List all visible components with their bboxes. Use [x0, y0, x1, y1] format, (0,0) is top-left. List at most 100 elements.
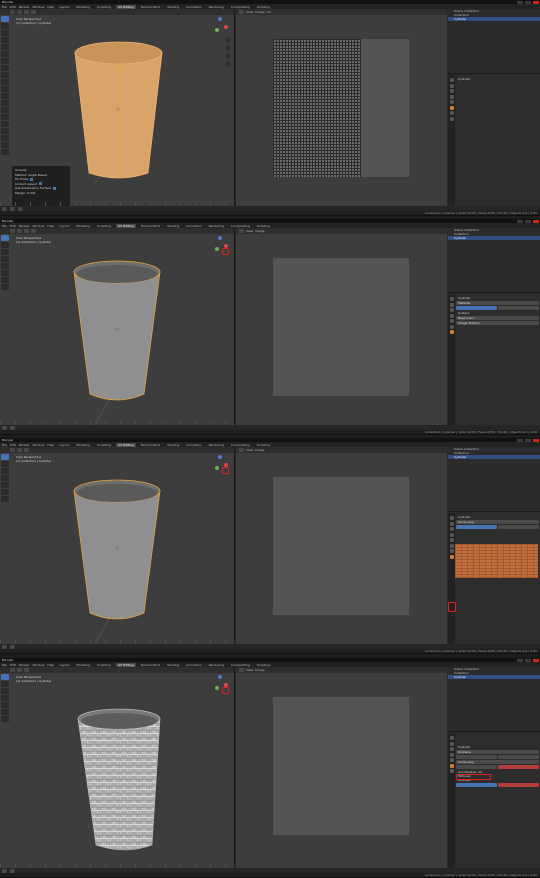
modifier-tab-icon[interactable]	[449, 324, 454, 329]
menu-file[interactable]: File	[2, 443, 7, 447]
tab-sculpting[interactable]: Sculpting	[95, 5, 113, 9]
modifier-texture-field[interactable]: bricks.png	[456, 760, 539, 764]
object-tab-icon[interactable]	[449, 538, 454, 542]
zoom-icon[interactable]	[225, 37, 231, 43]
menu-help[interactable]: Help	[47, 224, 54, 228]
render-tab-icon[interactable]	[449, 741, 454, 746]
tab-scripting[interactable]: Scripting	[255, 443, 272, 447]
tab-rendering[interactable]: Rendering	[207, 224, 226, 228]
scene-tab-icon[interactable]	[449, 94, 454, 99]
image-texture-field[interactable]: Image Texture	[456, 321, 539, 325]
tab-modeling[interactable]: Modeling	[74, 663, 92, 667]
uv-view-menu[interactable]: View	[246, 10, 253, 14]
modifier-tab-icon[interactable]	[449, 543, 454, 548]
new-material-button[interactable]	[456, 306, 497, 310]
menu-render[interactable]: Render	[19, 5, 30, 9]
perspective-icon[interactable]	[225, 61, 231, 67]
cylinder-mesh[interactable]	[0, 228, 235, 425]
menu-file[interactable]: File	[2, 663, 7, 667]
tool-tab-icon[interactable]	[449, 516, 454, 520]
3d-viewport[interactable]: User Perspective (1) Collection | Cylinde…	[0, 228, 235, 425]
output-tab-icon[interactable]	[449, 89, 454, 93]
menu-help[interactable]: Help	[47, 443, 54, 447]
tab-layout[interactable]: Layout	[57, 224, 71, 228]
tab-sculpting[interactable]: Sculpting	[95, 663, 113, 667]
menu-edit[interactable]: Edit	[10, 5, 16, 9]
tab-scripting[interactable]: Scripting	[255, 224, 272, 228]
scene-tab-icon[interactable]	[449, 747, 454, 751]
menu-file[interactable]: File	[2, 224, 7, 228]
outliner-cylinder[interactable]: Cylinder	[448, 675, 540, 679]
strength-slider[interactable]	[456, 783, 497, 787]
tab-animation[interactable]: Animation	[184, 443, 203, 447]
browse-material-button[interactable]	[498, 306, 539, 310]
menu-window[interactable]: Window	[33, 5, 45, 9]
base-color-field[interactable]: Base Color	[456, 316, 539, 320]
menu-edit[interactable]: Edit	[10, 443, 16, 447]
tab-modeling[interactable]: Modeling	[74, 224, 92, 228]
tab-scripting[interactable]: Scripting	[255, 663, 272, 667]
uv-mode-dropdown[interactable]	[239, 229, 244, 233]
play-button[interactable]	[10, 425, 15, 430]
navigation-gizmo[interactable]	[212, 17, 228, 33]
tool-tab-icon[interactable]	[449, 736, 454, 740]
tab-animation[interactable]: Animation	[184, 224, 203, 228]
modifier-name-field[interactable]: Displace	[456, 750, 539, 754]
world-tab-icon[interactable]	[449, 100, 454, 104]
3d-viewport[interactable]: User Perspective (1) Collection | Cylinde…	[0, 447, 235, 644]
menu-edit[interactable]: Edit	[10, 663, 16, 667]
scene-tab-icon[interactable]	[449, 308, 454, 312]
displaced-cylinder-mesh[interactable]	[0, 667, 235, 868]
tab-layout[interactable]: Layout	[57, 443, 71, 447]
uv-mode-dropdown[interactable]	[239, 668, 244, 672]
menu-help[interactable]: Help	[47, 663, 54, 667]
world-tab-icon[interactable]	[449, 313, 454, 318]
uv-image-menu[interactable]: Image	[255, 10, 264, 14]
tab-shading[interactable]: Shading	[165, 443, 181, 447]
world-tab-icon[interactable]	[449, 752, 454, 757]
tool-tab-icon[interactable]	[449, 297, 454, 301]
uv-view-menu[interactable]: View	[246, 448, 253, 452]
tab-rendering[interactable]: Rendering	[207, 443, 226, 447]
camera-icon[interactable]	[225, 53, 231, 59]
menu-render[interactable]: Render	[19, 663, 30, 667]
outliner-cylinder[interactable]: Cylinder	[448, 455, 540, 459]
render-tab-icon[interactable]	[449, 521, 454, 526]
render-tab-icon[interactable]	[449, 302, 454, 307]
scene-tab-icon[interactable]	[449, 527, 454, 531]
margin-row[interactable]: Margin: 0.001	[15, 191, 67, 196]
outliner-cylinder[interactable]: Cylinder	[448, 17, 540, 21]
play-button[interactable]	[10, 644, 15, 649]
object-tab-icon[interactable]	[449, 105, 454, 110]
texture-image-field[interactable]: bricks.png	[456, 520, 539, 524]
uv-uv-menu[interactable]: UV	[267, 10, 271, 14]
tab-texture-paint[interactable]: Texture Paint	[139, 5, 162, 9]
uv-map-field[interactable]	[498, 765, 539, 769]
material-tab-icon[interactable]	[449, 769, 454, 773]
outliner-cylinder[interactable]: Cylinder	[448, 236, 540, 240]
menu-window[interactable]: Window	[33, 443, 45, 447]
tab-uv-editing[interactable]: UV Editing	[116, 223, 136, 228]
tab-compositing[interactable]: Compositing	[229, 224, 252, 228]
copy-button[interactable]	[498, 755, 539, 759]
material-tab-icon[interactable]	[449, 330, 454, 334]
material-tab-icon[interactable]	[449, 116, 454, 121]
tab-animation[interactable]: Animation	[184, 5, 203, 9]
playback-menu[interactable]	[2, 644, 7, 649]
menu-edit[interactable]: Edit	[10, 224, 16, 228]
tab-texture-paint[interactable]: Texture Paint	[139, 443, 162, 447]
tab-sculpting[interactable]: Sculpting	[95, 224, 113, 228]
texture-tab-icon[interactable]	[449, 554, 454, 559]
uv-image-menu[interactable]: Image	[255, 448, 264, 452]
uv-editor[interactable]: View Image UV	[236, 9, 447, 206]
playback-menu[interactable]	[2, 868, 7, 873]
tab-rendering[interactable]: Rendering	[207, 663, 226, 667]
coordinates-dropdown[interactable]	[456, 765, 497, 769]
unwrap-operator-panel[interactable]: Unwrap Method: Angle Based Fill Holes Co…	[12, 166, 70, 206]
tab-uv-editing[interactable]: UV Editing	[116, 442, 136, 447]
menu-file[interactable]: File	[2, 5, 7, 9]
uv-mode-dropdown[interactable]	[239, 10, 244, 14]
3d-viewport[interactable]: User Perspective (1) Collection | Cylinde…	[0, 9, 235, 206]
pan-icon[interactable]	[225, 45, 231, 51]
menu-render[interactable]: Render	[19, 443, 30, 447]
